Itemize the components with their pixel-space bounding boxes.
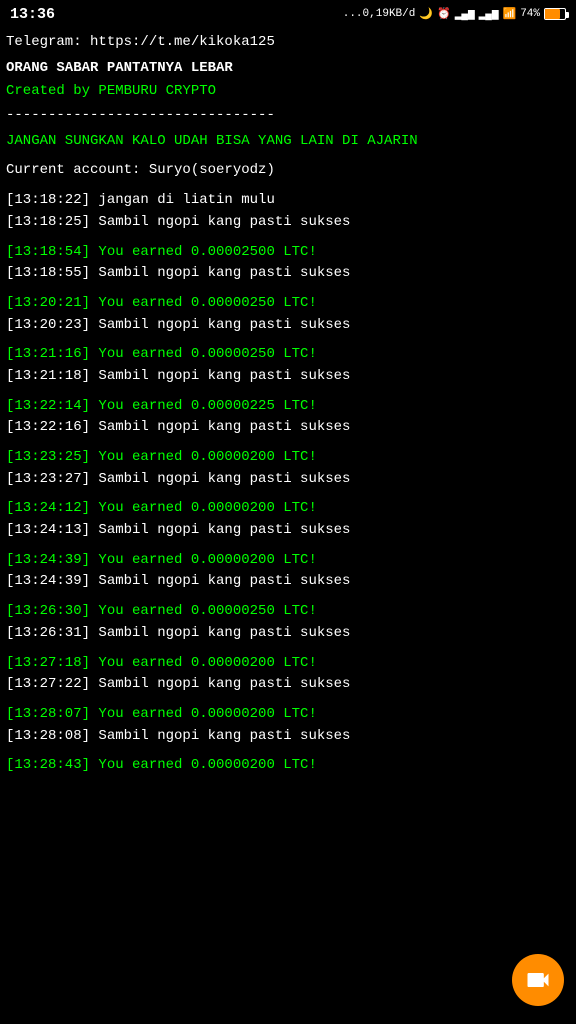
log-line: [13:27:22] Sambil ngopi kang pasti sukse… xyxy=(6,674,570,696)
log-block: [13:24:12] You earned 0.00000200 LTC![13… xyxy=(6,498,570,541)
log-block: [13:23:25] You earned 0.00000200 LTC![13… xyxy=(6,447,570,490)
log-line: [13:18:55] Sambil ngopi kang pasti sukse… xyxy=(6,263,570,285)
log-line: [13:23:25] You earned 0.00000200 LTC! xyxy=(6,447,570,469)
log-line: [13:22:14] You earned 0.00000225 LTC! xyxy=(6,396,570,418)
log-block: [13:18:22] jangan di liatin mulu[13:18:2… xyxy=(6,190,570,233)
log-line: [13:24:39] Sambil ngopi kang pasti sukse… xyxy=(6,571,570,593)
log-block: [13:18:54] You earned 0.00002500 LTC![13… xyxy=(6,242,570,285)
network-speed: ...0,19KB/d xyxy=(343,8,416,20)
log-line: [13:20:23] Sambil ngopi kang pasti sukse… xyxy=(6,315,570,337)
created-by: Created by PEMBURU CRYPTO xyxy=(6,81,570,103)
camera-button[interactable] xyxy=(512,954,564,1006)
signal-bars-icon: ▂▄▆ xyxy=(455,7,475,21)
log-line: [13:24:13] Sambil ngopi kang pasti sukse… xyxy=(6,520,570,542)
log-line: [13:28:43] You earned 0.00000200 LTC! xyxy=(6,755,570,777)
log-line: [13:20:21] You earned 0.00000250 LTC! xyxy=(6,293,570,315)
log-block: [13:21:16] You earned 0.00000250 LTC![13… xyxy=(6,344,570,387)
warning-text: JANGAN SUNGKAN KALO UDAH BISA YANG LAIN … xyxy=(6,131,570,153)
log-line: [13:21:16] You earned 0.00000250 LTC! xyxy=(6,344,570,366)
log-line: [13:24:39] You earned 0.00000200 LTC! xyxy=(6,550,570,572)
log-block: [13:22:14] You earned 0.00000225 LTC![13… xyxy=(6,396,570,439)
log-block: [13:27:18] You earned 0.00000200 LTC![13… xyxy=(6,653,570,696)
log-line: [13:26:30] You earned 0.00000250 LTC! xyxy=(6,601,570,623)
camera-icon xyxy=(524,966,552,994)
status-time: 13:36 xyxy=(10,6,55,23)
status-right: ...0,19KB/d 🌙 ⏰ ▂▄▆ ▂▄▆ 📶 74% xyxy=(343,7,566,21)
log-block: [13:24:39] You earned 0.00000200 LTC![13… xyxy=(6,550,570,593)
log-line: [13:23:27] Sambil ngopi kang pasti sukse… xyxy=(6,469,570,491)
log-line: [13:18:25] Sambil ngopi kang pasti sukse… xyxy=(6,212,570,234)
battery-icon xyxy=(544,8,566,20)
alarm-icon: ⏰ xyxy=(437,7,451,21)
signal-bars-icon-2: ▂▄▆ xyxy=(479,7,499,21)
telegram-link: Telegram: https://t.me/kikoka125 xyxy=(6,32,570,54)
main-content: Telegram: https://t.me/kikoka125 ORANG S… xyxy=(0,28,576,795)
wifi-icon: 📶 xyxy=(502,7,516,21)
divider: -------------------------------- xyxy=(6,105,570,127)
log-line: [13:24:12] You earned 0.00000200 LTC! xyxy=(6,498,570,520)
log-line: [13:18:22] jangan di liatin mulu xyxy=(6,190,570,212)
log-block: [13:28:07] You earned 0.00000200 LTC![13… xyxy=(6,704,570,747)
log-line: [13:22:16] Sambil ngopi kang pasti sukse… xyxy=(6,417,570,439)
log-block: [13:20:21] You earned 0.00000250 LTC![13… xyxy=(6,293,570,336)
current-account: Current account: Suryo(soeryodz) xyxy=(6,160,570,182)
log-line: [13:28:07] You earned 0.00000200 LTC! xyxy=(6,704,570,726)
heading: ORANG SABAR PANTATNYA LEBAR xyxy=(6,58,570,80)
log-container: [13:18:22] jangan di liatin mulu[13:18:2… xyxy=(6,190,570,777)
log-line: [13:27:18] You earned 0.00000200 LTC! xyxy=(6,653,570,675)
log-block: [13:28:43] You earned 0.00000200 LTC! xyxy=(6,755,570,777)
log-line: [13:28:08] Sambil ngopi kang pasti sukse… xyxy=(6,726,570,748)
battery: 74% xyxy=(520,8,540,20)
status-bar: 13:36 ...0,19KB/d 🌙 ⏰ ▂▄▆ ▂▄▆ 📶 74% xyxy=(0,0,576,28)
log-line: [13:26:31] Sambil ngopi kang pasti sukse… xyxy=(6,623,570,645)
moon-icon: 🌙 xyxy=(419,7,433,21)
log-block: [13:26:30] You earned 0.00000250 LTC![13… xyxy=(6,601,570,644)
log-line: [13:18:54] You earned 0.00002500 LTC! xyxy=(6,242,570,264)
log-line: [13:21:18] Sambil ngopi kang pasti sukse… xyxy=(6,366,570,388)
